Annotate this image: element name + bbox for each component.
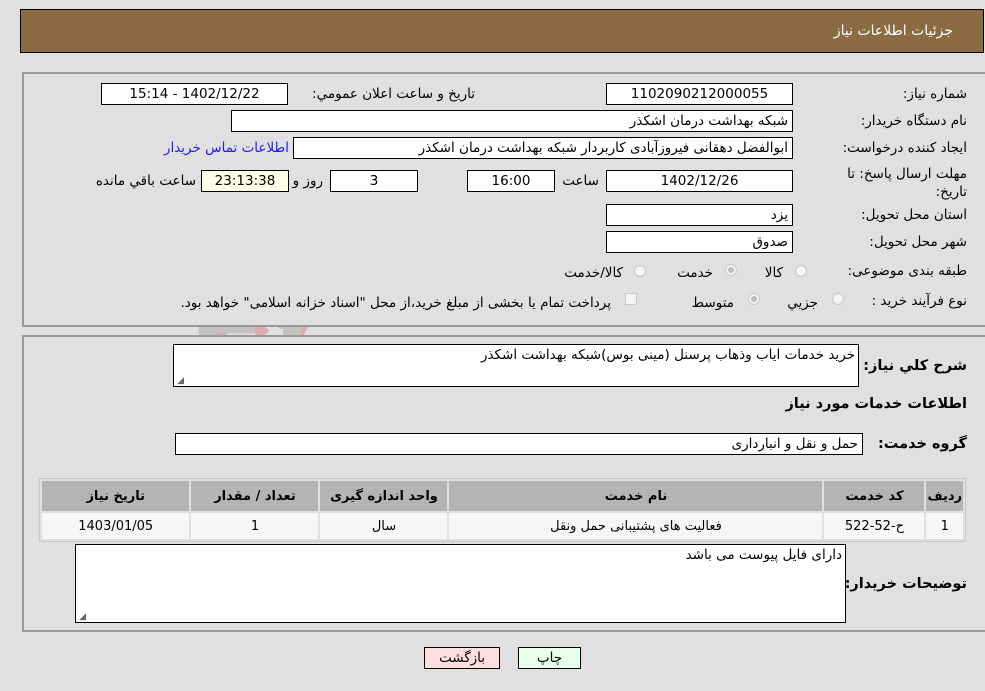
cell-quantity: 1 [191, 513, 319, 539]
col-unit: واحد اندازه گیری [320, 481, 448, 511]
deadline-time-label: ساعت [562, 173, 599, 189]
cell-unit: سال [320, 513, 448, 539]
col-need-date: تاریخ نیاز [42, 481, 190, 511]
cell-service-code: ح-52-522 [824, 513, 925, 539]
table-row: 1 ح-52-522 فعالیت های پشتیبانی حمل ونقل … [42, 513, 963, 539]
treasury-checkbox[interactable] [625, 293, 637, 305]
announce-datetime-field: 1402/12/22 - 15:14 [101, 83, 288, 105]
col-service-code: کد خدمت [824, 481, 925, 511]
category-option-goods-service: کالا/خدمت [564, 265, 623, 281]
buyer-notes-textarea[interactable]: دارای فایل پیوست می باشد ◢ [75, 544, 846, 623]
buyer-org-label: نام دستگاه خريدار: [860, 113, 967, 129]
category-option-goods: کالا [764, 265, 783, 281]
days-remaining-field: 3 [330, 170, 418, 192]
requester-field: ابوالفضل دهقانی فیروزآبادی کاربردار شبکه… [293, 137, 793, 159]
services-section-title: اطلاعات خدمات مورد نیاز [785, 396, 967, 412]
category-radio-service[interactable] [725, 264, 737, 276]
category-radio-goods-service[interactable] [634, 265, 646, 277]
cell-row: 1 [926, 513, 963, 539]
col-row: ردیف [926, 481, 963, 511]
purchase-type-radio-medium[interactable] [748, 293, 760, 305]
time-remaining-label: ساعت باقي مانده [95, 173, 196, 189]
purchase-type-label: نوع فرآیند خرید : [871, 293, 967, 309]
purchase-type-option-medium: متوسط [691, 295, 734, 311]
col-service-name: نام خدمت [449, 481, 823, 511]
service-group-label: گروه خدمت: [877, 436, 967, 452]
purchase-type-radio-minor[interactable] [832, 293, 844, 305]
summary-text: خرید خدمات ایاب وذهاب پرسنل (مینی بوس)شب… [480, 347, 855, 363]
city-field: صدوق [606, 231, 793, 253]
summary-label: شرح کلي نياز: [863, 358, 967, 374]
need-number-label: شماره نیاز: [902, 86, 967, 102]
requester-label: ایجاد کننده درخواست: [842, 140, 967, 156]
page-header: جزئیات اطلاعات نیاز [20, 9, 984, 53]
print-button[interactable]: چاپ [518, 647, 581, 669]
city-label: شهر محل تحویل: [869, 234, 967, 250]
buyer-org-field: شبکه بهداشت درمان اشکذر [231, 110, 793, 132]
services-table: ردیف کد خدمت نام خدمت واحد اندازه گیری ت… [39, 478, 966, 542]
province-field: یزد [606, 204, 793, 226]
resize-grip-icon[interactable]: ◢ [176, 377, 184, 386]
treasury-note: پرداخت تمام یا بخشی از مبلغ خرید،از محل … [180, 295, 611, 311]
deadline-date-field: 1402/12/26 [606, 170, 793, 192]
time-remaining-field: 23:13:38 [201, 170, 289, 192]
province-label: استان محل تحویل: [861, 207, 967, 223]
services-table-header: ردیف کد خدمت نام خدمت واحد اندازه گیری ت… [42, 481, 963, 511]
deadline-label: مهلت ارسال پاسخ: تا تاریخ: [847, 166, 967, 200]
back-button[interactable]: بازگشت [424, 647, 500, 669]
service-group-field: حمل و نقل و انبارداری [175, 433, 863, 455]
cell-service-name: فعالیت های پشتیبانی حمل ونقل [449, 513, 823, 539]
announce-datetime-label: تاریخ و ساعت اعلان عمومي: [312, 86, 475, 102]
days-label: روز و [292, 173, 323, 189]
summary-textarea[interactable]: خرید خدمات ایاب وذهاب پرسنل (مینی بوس)شب… [173, 344, 859, 387]
deadline-time-field: 16:00 [467, 170, 555, 192]
category-option-service: خدمت [677, 265, 713, 281]
buyer-notes-text: دارای فایل پیوست می باشد [685, 547, 842, 563]
col-quantity: تعداد / مقدار [191, 481, 319, 511]
buyer-notes-label: توضیحات خریدار: [844, 576, 967, 592]
category-radio-goods[interactable] [795, 265, 807, 277]
purchase-type-option-minor: جزيي [787, 295, 818, 311]
page-title: جزئیات اطلاعات نیاز [833, 23, 953, 39]
buyer-contact-link[interactable]: اطلاعات تماس خريدار [164, 140, 289, 156]
category-label: طبقه بندی موضوعی: [847, 263, 967, 279]
resize-grip-icon[interactable]: ◢ [78, 613, 86, 622]
cell-need-date: 1403/01/05 [42, 513, 190, 539]
need-number-field: 1102090212000055 [606, 83, 793, 105]
